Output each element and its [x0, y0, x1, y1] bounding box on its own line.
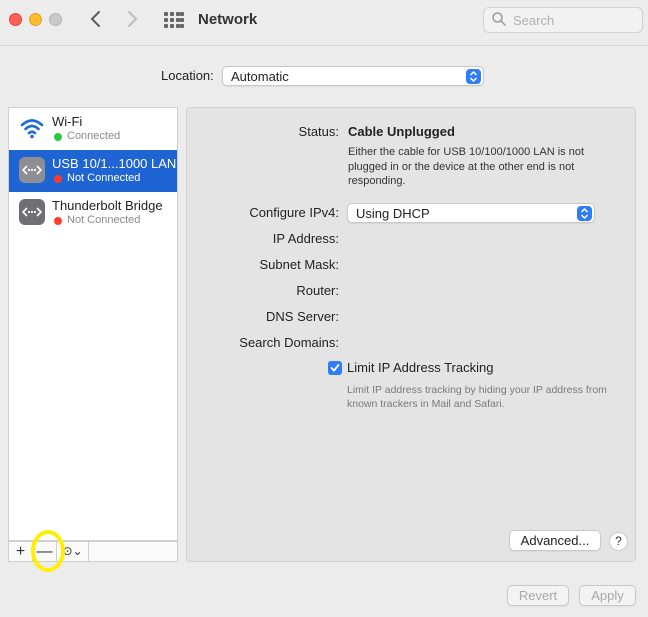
configure-ipv4-popup[interactable]: Using DHCP — [347, 203, 595, 223]
status-label: Status: — [298, 124, 339, 139]
checkmark-icon — [330, 364, 340, 372]
status-dot — [54, 217, 62, 225]
chevron-right-icon — [128, 11, 138, 27]
service-item-wifi[interactable]: Wi-Fi Connected — [9, 108, 177, 150]
forward-button[interactable] — [122, 8, 142, 32]
location-value: Automatic — [231, 69, 289, 84]
search-domains-label: Search Domains: — [239, 335, 339, 350]
subnet-mask-label: Subnet Mask: — [259, 257, 340, 272]
router-label: Router: — [296, 283, 339, 298]
limit-tracking-description: Limit IP address tracking by hiding your… — [347, 384, 607, 410]
service-status: Not Connected — [67, 214, 141, 226]
zoom-window-button[interactable] — [49, 13, 62, 26]
search-input[interactable] — [513, 12, 633, 29]
title-bar: Network — [0, 0, 648, 46]
window-title: Network — [198, 11, 258, 28]
search-field[interactable] — [483, 7, 643, 33]
popup-stepper-icon — [466, 69, 481, 84]
highlight-annotation — [31, 530, 65, 572]
limit-tracking-checkbox[interactable] — [328, 361, 342, 375]
service-name: USB 10/1...1000 LAN — [52, 156, 177, 171]
configure-ipv4-label: Configure IPv4: — [249, 205, 339, 220]
service-name: Thunderbolt Bridge — [52, 198, 163, 213]
location-label: Location: — [161, 68, 214, 83]
service-status: Connected — [67, 130, 121, 142]
configure-ipv4-value: Using DHCP — [356, 206, 430, 221]
location-popup[interactable]: Automatic — [222, 66, 484, 86]
popup-stepper-icon — [577, 206, 592, 221]
dns-server-label: DNS Server: — [266, 309, 339, 324]
detail-pane: Status: Cable Unplugged Either the cable… — [186, 107, 636, 562]
revert-button[interactable]: Revert — [507, 585, 569, 606]
limit-tracking-label: Limit IP Address Tracking — [347, 360, 494, 375]
ip-address-label: IP Address: — [272, 231, 339, 246]
service-list: Wi-Fi Connected USB 10/1...1000 LAN Not … — [8, 107, 178, 541]
show-all-grid-icon[interactable] — [164, 12, 184, 30]
service-item-thunderbolt-bridge[interactable]: Thunderbolt Bridge Not Connected — [9, 192, 177, 234]
help-button[interactable]: ? — [609, 532, 628, 551]
wifi-icon — [20, 119, 44, 139]
add-service-button[interactable]: + — [9, 542, 33, 561]
service-status: Not Connected — [67, 172, 141, 184]
status-dot — [54, 175, 62, 183]
ethernet-icon — [19, 157, 45, 183]
chevron-left-icon — [90, 11, 100, 27]
close-window-button[interactable] — [9, 13, 22, 26]
minimize-window-button[interactable] — [29, 13, 42, 26]
advanced-button[interactable]: Advanced... — [509, 530, 601, 551]
search-icon — [492, 12, 506, 26]
status-dot — [54, 133, 62, 141]
ethernet-icon — [19, 199, 45, 225]
apply-button[interactable]: Apply — [579, 585, 636, 606]
service-name: Wi-Fi — [52, 114, 83, 129]
status-description: Either the cable for USB 10/100/1000 LAN… — [348, 146, 585, 187]
back-button[interactable] — [86, 8, 106, 32]
service-item-usb-lan[interactable]: USB 10/1...1000 LAN Not Connected — [9, 150, 177, 192]
status-value: Cable Unplugged — [348, 124, 455, 139]
